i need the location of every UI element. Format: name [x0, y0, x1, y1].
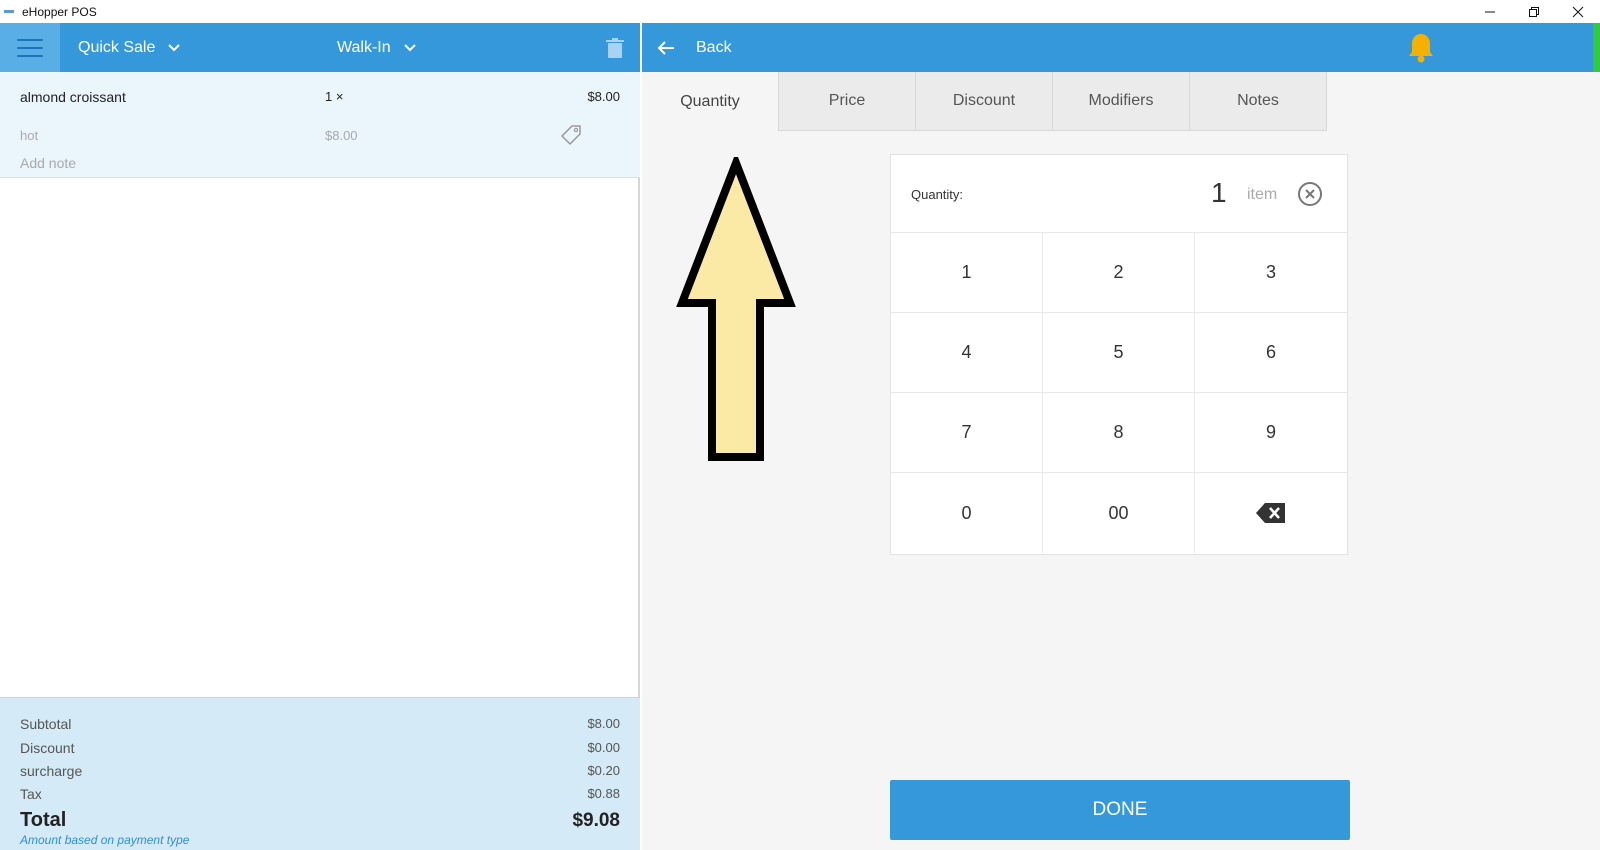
- window-controls: [1468, 0, 1600, 23]
- totals-summary: Subtotal $8.00 Discount $0.00 surcharge …: [0, 697, 640, 850]
- tax-label: Tax: [20, 786, 42, 802]
- minimize-icon: [1485, 11, 1495, 12]
- total-label: Total: [20, 809, 67, 831]
- item-modifier-price: $8.00: [325, 128, 358, 143]
- tab-price[interactable]: Price: [779, 72, 916, 131]
- restore-button[interactable]: [1512, 0, 1556, 23]
- key-3[interactable]: 3: [1195, 233, 1347, 313]
- order-header: Quick Sale Walk-In: [0, 23, 640, 72]
- tab-notes[interactable]: Notes: [1190, 72, 1327, 131]
- quantity-value[interactable]: 1: [1211, 177, 1227, 209]
- order-line-item[interactable]: almond croissant 1 × $8.00 hot $8.00 Add…: [0, 72, 640, 178]
- tax-value: $0.88: [587, 786, 620, 801]
- chevron-down-icon: [168, 43, 181, 51]
- app-icon: [4, 10, 14, 13]
- numeric-keypad: 1 2 3 4 5 6 7 8 9 0 00: [891, 233, 1347, 554]
- surcharge-value: $0.20: [587, 763, 620, 778]
- close-button[interactable]: [1556, 0, 1600, 23]
- key-00[interactable]: 00: [1043, 473, 1195, 553]
- tax-row: Tax $0.88: [20, 786, 620, 802]
- item-price: $8.00: [587, 89, 620, 104]
- sale-type-dropdown[interactable]: Quick Sale: [78, 23, 181, 72]
- edit-header: Back: [642, 23, 1600, 72]
- key-4[interactable]: 4: [891, 313, 1043, 393]
- clear-icon[interactable]: [1297, 181, 1323, 207]
- item-modifier: hot: [20, 128, 39, 143]
- edit-tabs: Quantity Price Discount Modifiers Notes: [642, 72, 1327, 131]
- add-note-link[interactable]: Add note: [20, 155, 76, 171]
- subtotal-row: Subtotal $8.00: [20, 716, 620, 732]
- chevron-down-icon: [403, 43, 416, 51]
- discount-label: Discount: [20, 740, 75, 756]
- key-5[interactable]: 5: [1043, 313, 1195, 393]
- quantity-unit: item: [1247, 186, 1278, 203]
- minimize-button[interactable]: [1468, 0, 1512, 23]
- tag-icon[interactable]: [560, 124, 582, 146]
- key-7[interactable]: 7: [891, 393, 1043, 473]
- status-strip: [1593, 23, 1600, 72]
- discount-value: $0.00: [587, 740, 620, 755]
- done-button[interactable]: DONE: [890, 780, 1350, 840]
- key-1[interactable]: 1: [891, 233, 1043, 313]
- key-8[interactable]: 8: [1043, 393, 1195, 473]
- surcharge-label: surcharge: [20, 763, 83, 779]
- hamburger-menu-icon: [17, 38, 43, 57]
- order-panel: Quick Sale Walk-In almond croissant 1 × …: [0, 23, 640, 850]
- menu-button[interactable]: [0, 23, 60, 72]
- tab-modifiers[interactable]: Modifiers: [1053, 72, 1190, 131]
- back-label: Back: [696, 38, 732, 56]
- item-name: almond croissant: [20, 89, 126, 105]
- arrow-left-icon: [657, 40, 674, 55]
- arrow-up-icon: [676, 157, 796, 461]
- customer-label: Walk-In: [337, 38, 391, 56]
- key-9[interactable]: 9: [1195, 393, 1347, 473]
- subtotal-label: Subtotal: [20, 716, 72, 732]
- trash-icon[interactable]: [605, 37, 625, 59]
- quantity-editor: Quantity: 1 item 1 2 3 4 5 6 7 8 9 0 00: [890, 154, 1348, 555]
- subtotal-value: $8.00: [587, 716, 620, 731]
- quantity-display: Quantity: 1 item: [891, 155, 1347, 233]
- tab-quantity[interactable]: Quantity: [642, 72, 779, 131]
- total-value: $9.08: [572, 810, 620, 831]
- surcharge-row: surcharge $0.20: [20, 763, 620, 779]
- item-quantity: 1 ×: [325, 89, 344, 104]
- restore-icon: [1529, 6, 1539, 17]
- tab-discount[interactable]: Discount: [916, 72, 1053, 131]
- discount-row: Discount $0.00: [20, 740, 620, 756]
- key-2[interactable]: 2: [1043, 233, 1195, 313]
- total-row: Total $9.08: [20, 809, 620, 832]
- key-0[interactable]: 0: [891, 473, 1043, 553]
- backspace-icon: [1256, 503, 1285, 523]
- close-icon: [1572, 6, 1584, 17]
- backspace-button[interactable]: [1195, 473, 1347, 553]
- payment-type-note: Amount based on payment type: [20, 833, 190, 847]
- back-button[interactable]: Back: [656, 23, 732, 72]
- sale-type-label: Quick Sale: [78, 38, 156, 56]
- window-titlebar: eHopper POS: [0, 0, 1600, 23]
- window-title: eHopper POS: [22, 4, 97, 19]
- key-6[interactable]: 6: [1195, 313, 1347, 393]
- bell-icon[interactable]: [1404, 31, 1438, 65]
- customer-dropdown[interactable]: Walk-In: [337, 23, 417, 72]
- quantity-label: Quantity:: [911, 187, 964, 202]
